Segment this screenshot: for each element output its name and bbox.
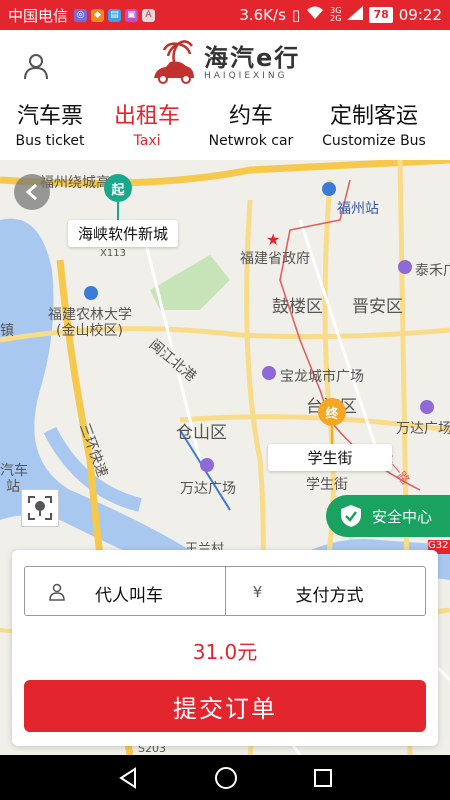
safety-center-button[interactable]: 安全中心: [326, 495, 450, 537]
safety-center-label: 安全中心: [372, 507, 433, 526]
map-label-baolong: 宝龙城市广场: [280, 369, 364, 385]
logo-subtitle: HAIQIEXING: [204, 71, 288, 81]
yen-icon: ¥: [252, 583, 263, 601]
map-label-taihe: 泰禾广: [415, 263, 450, 279]
order-options: 代人叫车 ¥ 支付方式: [24, 566, 426, 616]
battery-icon: 78: [369, 7, 393, 23]
shield-icon: [341, 505, 361, 527]
map-label-zhen: 镇: [0, 323, 14, 339]
payment-method-label: 支付方式: [295, 586, 364, 606]
end-pin-stem: [331, 426, 333, 444]
mall-icon: [420, 400, 434, 414]
locate-button[interactable]: [21, 489, 59, 527]
proxy-call-label: 代人叫车: [95, 586, 163, 606]
school-icon: [84, 286, 98, 300]
start-location-card[interactable]: 海峡软件新城: [68, 220, 179, 247]
back-button[interactable]: [14, 174, 50, 210]
map-label-x113: X113: [100, 248, 126, 259]
submit-order-button[interactable]: 提交订单: [24, 680, 426, 732]
map-label-zhan-left: 站: [6, 479, 20, 495]
map-label-xueshengjie-poi: 学生街: [306, 477, 348, 493]
tab-taxi[interactable]: 出租车 Taxi: [110, 102, 184, 150]
mall-icon: [398, 260, 412, 274]
person-icon: [47, 582, 67, 602]
map-label-agri-univ-campus: (金山校区): [56, 323, 123, 339]
mall-icon: [200, 458, 214, 472]
locate-icon: [28, 496, 52, 520]
service-tabs: 汽车票 Bus ticket 出租车 Taxi 约车 Netwrok car 定…: [0, 102, 450, 160]
tab-network-car[interactable]: 约车 Netwrok car: [204, 102, 298, 150]
start-pin-stem: [117, 202, 119, 220]
palm-car-logo-icon: [154, 40, 194, 84]
signal-type: 3G 2G: [330, 6, 342, 23]
map-label-jinan: 晋安区: [352, 297, 403, 317]
chevron-left-icon: [25, 183, 37, 201]
proxy-call-button[interactable]: 代人叫车: [25, 567, 225, 615]
map-label-cangshan: 仓山区: [176, 423, 227, 443]
end-pin[interactable]: 终: [318, 398, 346, 426]
logo-title: 海汽e行: [204, 44, 301, 72]
user-profile-icon[interactable]: [22, 52, 50, 80]
map-label-gulou: 鼓楼区: [272, 297, 323, 317]
carrier-name: 中国电信: [8, 6, 69, 25]
map-label-wanda-right: 万达广场: [396, 421, 450, 437]
station-icon: [322, 182, 336, 196]
app-logo: 海汽e行 HAIQIEXING: [150, 40, 300, 86]
vibrate-icon: ▯: [291, 6, 301, 24]
fare-price: 31.0元: [192, 640, 258, 664]
home-circle-icon[interactable]: [214, 766, 238, 790]
app-notification-icon: ◎: [74, 8, 88, 22]
system-nav-bar: [0, 755, 450, 800]
tab-bus-ticket[interactable]: 汽车票 Bus ticket: [12, 102, 88, 150]
signal-icon: [347, 6, 364, 24]
recents-square-icon[interactable]: [313, 768, 333, 788]
order-card: 代人叫车 ¥ 支付方式 31.0元 提交订单: [12, 550, 438, 746]
payment-method-button[interactable]: ¥ 支付方式: [224, 567, 426, 615]
app-notification-icon: ▣: [125, 8, 139, 22]
tab-customize-bus[interactable]: 定制客运 Customize Bus: [318, 102, 430, 150]
map-label-provincial-gov: 福建省政府: [240, 251, 310, 267]
clock: 09:22: [398, 6, 442, 24]
app-notification-icon: ▤: [108, 8, 122, 22]
status-bar: 中国电信 ◎ ◆ ▤ ▣ A 3.6K/s ▯ 3G 2G 78 09:22: [0, 0, 450, 30]
mall-icon: [262, 366, 276, 380]
back-triangle-icon[interactable]: [117, 766, 139, 789]
start-pin[interactable]: 起: [104, 174, 132, 202]
wifi-icon: [306, 6, 324, 24]
end-location-card[interactable]: 学生街: [268, 444, 392, 471]
app-notification-icon: A: [142, 8, 156, 22]
app-notification-icon: ◆: [91, 8, 105, 22]
gov-star-icon: ★: [266, 230, 281, 249]
network-speed: 3.6K/s: [239, 6, 286, 24]
app-header: 海汽e行 HAIQIEXING: [0, 30, 450, 102]
map-label-wanda-left: 万达广场: [180, 481, 236, 497]
map-label-fuzhou-station: 福州站: [337, 201, 379, 217]
